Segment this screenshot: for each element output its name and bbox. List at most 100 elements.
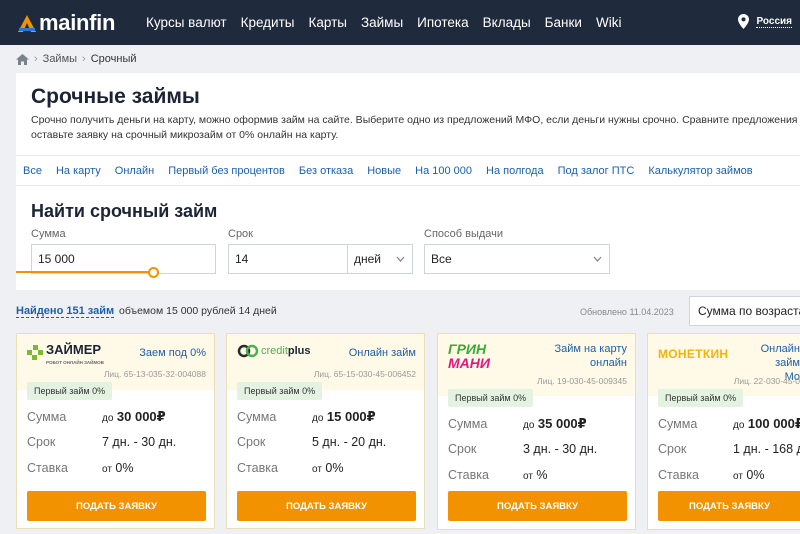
- nav-item-mortgage[interactable]: Ипотека: [417, 15, 468, 30]
- creditplus-logo-text: credit: [261, 345, 288, 357]
- filter-tab-100000[interactable]: На 100 000: [415, 165, 472, 177]
- chevron-down-icon: [396, 256, 405, 262]
- breadcrumb-current: Срочный: [90, 53, 137, 65]
- sort-select[interactable]: Сумма по возрастанию: [689, 296, 800, 326]
- nav-item-banks[interactable]: Банки: [545, 15, 582, 30]
- card-term-value: 7 дн. - 30 дн.: [102, 435, 177, 449]
- card-term-label: Срок: [658, 442, 687, 456]
- creditplus-logo: credit plus: [237, 344, 311, 358]
- card-rate-value: от %: [523, 468, 548, 482]
- location-pin-icon: [738, 14, 750, 29]
- card-sum-value: до 35 000₽: [523, 416, 587, 431]
- term-input[interactable]: 14: [228, 244, 348, 274]
- card-sum-value: до 15 000₽: [312, 409, 376, 424]
- filter-tab-half-year[interactable]: На полгода: [486, 165, 544, 177]
- filter-tab-online[interactable]: Онлайн: [115, 165, 154, 177]
- card-loan-type: Онлайн займ: [348, 347, 416, 359]
- filter-tab-to-card[interactable]: На карту: [56, 165, 101, 177]
- results-count-link[interactable]: Найдено 151 займ: [16, 305, 115, 318]
- card-term-label: Срок: [237, 435, 266, 449]
- search-title: Найти срочный займ: [31, 201, 218, 221]
- filter-tab-calculator[interactable]: Калькулятор займов: [648, 165, 752, 177]
- card-sum-value: до 100 000₽: [733, 416, 800, 431]
- loan-offer-card: ЗАЙМЕР РОБОТ ОНЛАЙН ЗАЙМОВ Заем под 0% Л…: [16, 333, 215, 529]
- amount-label: Сумма: [31, 228, 66, 240]
- zaimer-logo-icon: [27, 345, 43, 360]
- breadcrumb-separator-icon: ›: [34, 53, 38, 65]
- nav-item-credits[interactable]: Кредиты: [241, 15, 295, 30]
- card-rate-value: от 0%: [102, 461, 134, 475]
- site-logo[interactable]: mainfin: [16, 10, 115, 36]
- greenmoney-logo: ГРИН МАНИ: [448, 342, 490, 370]
- card-sum-label: Сумма: [237, 410, 277, 424]
- loan-offer-card: МОНЕТКИН Онлайн займ Мо Лиц. 22-030-45-0…: [647, 333, 800, 530]
- main-nav: Курсы валют Кредиты Карты Займы Ипотека …: [146, 0, 635, 45]
- zaimer-logo: ЗАЙМЕР РОБОТ ОНЛАЙН ЗАЙМОВ: [27, 343, 104, 368]
- card-loan-type: Займ на карту онлайн: [554, 343, 627, 369]
- card-term-value: 5 дн. - 20 дн.: [312, 435, 387, 449]
- loan-offer-card: ГРИН МАНИ Займ на карту онлайн Лиц. 19-0…: [437, 333, 636, 530]
- breadcrumb: › Займы › Срочный: [16, 53, 137, 65]
- monetkin-logo: МОНЕТКИН: [658, 347, 728, 361]
- term-unit-select[interactable]: дней: [347, 244, 413, 274]
- term-value: 14: [235, 252, 249, 266]
- card-badge: Первый займ 0%: [448, 389, 534, 407]
- card-badge: Первый займ 0%: [658, 389, 744, 407]
- greenmoney-logo-bottom: МАНИ: [448, 355, 490, 371]
- region-label: Россия: [756, 15, 792, 28]
- filter-tabs: Все На карту Онлайн Первый без процентов…: [16, 155, 800, 185]
- breadcrumb-loans-link[interactable]: Займы: [43, 53, 77, 65]
- card-badge: Первый займ 0%: [237, 382, 323, 400]
- amount-slider-handle[interactable]: [148, 267, 159, 278]
- nav-item-cards[interactable]: Карты: [308, 15, 346, 30]
- card-rate-value: от 0%: [733, 468, 765, 482]
- zaimer-logo-sub: РОБОТ ОНЛАЙН ЗАЙМОВ: [46, 360, 104, 365]
- card-term-value: 3 дн. - 30 дн.: [523, 442, 598, 456]
- method-label: Способ выдачи: [424, 228, 504, 240]
- card-sum-label: Сумма: [448, 417, 488, 431]
- amount-value: 15 000: [38, 252, 75, 266]
- apply-button[interactable]: ПОДАТЬ ЗАЯВКУ: [27, 491, 206, 521]
- chevron-down-icon: [593, 256, 602, 262]
- apply-button[interactable]: ПОДАТЬ ЗАЯВКУ: [658, 491, 800, 521]
- card-sum-label: Сумма: [27, 410, 67, 424]
- nav-item-loans[interactable]: Займы: [361, 15, 403, 30]
- region-selector[interactable]: Россия: [738, 14, 792, 29]
- card-license: Лиц. 65-13-035-32-004088: [103, 369, 206, 379]
- loan-search-form: Найти срочный займ Сумма 15 000 Срок 14 …: [16, 185, 800, 290]
- card-license: Лиц. 22-030-45-0: [733, 376, 800, 386]
- card-license: Лиц. 19-030-45-009345: [537, 376, 627, 386]
- nav-item-deposits[interactable]: Вклады: [483, 15, 531, 30]
- card-rate-label: Ставка: [27, 461, 68, 475]
- card-term-label: Срок: [27, 435, 56, 449]
- method-select[interactable]: Все: [424, 244, 610, 274]
- amount-slider-track[interactable]: [16, 271, 152, 273]
- apply-button[interactable]: ПОДАТЬ ЗАЯВКУ: [448, 491, 627, 521]
- card-rate-label: Ставка: [448, 468, 489, 482]
- page-title: Срочные займы: [31, 85, 200, 108]
- filter-tab-new[interactable]: Новые: [367, 165, 401, 177]
- card-loan-type: Заем под 0%: [139, 347, 206, 359]
- card-term-value: 1 дн. - 168 д: [733, 442, 800, 456]
- card-sum-label: Сумма: [658, 417, 698, 431]
- apply-button[interactable]: ПОДАТЬ ЗАЯВКУ: [237, 491, 416, 521]
- card-term-label: Срок: [448, 442, 477, 456]
- filter-tab-pts[interactable]: Под залог ПТС: [558, 165, 635, 177]
- card-rate-label: Ставка: [237, 461, 278, 475]
- home-icon[interactable]: [16, 53, 29, 65]
- logo-mark-icon: [18, 15, 36, 32]
- creditplus-logo-icon: [237, 344, 259, 358]
- term-label: Срок: [228, 228, 253, 240]
- loan-offer-card: credit plus Онлайн займ Лиц. 65-15-030-4…: [226, 333, 425, 529]
- filter-tab-all[interactable]: Все: [23, 165, 42, 177]
- nav-item-wiki[interactable]: Wiki: [596, 15, 622, 30]
- logo-text: mainfin: [39, 10, 116, 35]
- amount-input[interactable]: 15 000: [31, 244, 216, 274]
- filter-tab-no-refusal[interactable]: Без отказа: [299, 165, 353, 177]
- card-badge: Первый займ 0%: [27, 382, 113, 400]
- card-sum-value: до 30 000₽: [102, 409, 166, 424]
- nav-item-currency[interactable]: Курсы валют: [146, 15, 227, 30]
- filter-tab-first-free[interactable]: Первый без процентов: [168, 165, 285, 177]
- card-rate-value: от 0%: [312, 461, 344, 475]
- intro-panel: Срочные займы Срочно получить деньги на …: [16, 73, 800, 185]
